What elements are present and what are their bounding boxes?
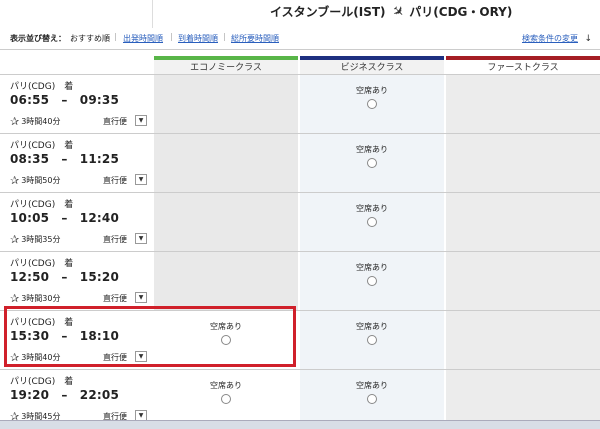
flight-details-dropdown[interactable]: ▼	[135, 351, 147, 362]
fare-select-radio[interactable]	[367, 335, 377, 345]
flight-star-icon: ✰	[10, 115, 20, 128]
duration: ✰ 3時間50分	[10, 174, 61, 187]
direct-flight-label: 直行便	[103, 176, 127, 185]
first-fare-cell	[446, 134, 600, 192]
flight-star-icon: ✰	[10, 233, 20, 246]
first-fare-cell	[446, 311, 600, 369]
fare-select-radio[interactable]	[367, 99, 377, 109]
sort-separator: |	[223, 32, 226, 41]
arrow-down-icon: ↓	[584, 34, 592, 44]
business-fare-cell[interactable]: 空席あり	[300, 193, 444, 251]
duration: ✰ 3時間40分	[10, 351, 61, 364]
seat-availability: 空席あり	[356, 204, 388, 213]
airplane-icon: ✈	[387, 1, 408, 22]
route-title: イスタンブール(IST) ✈ パリ(CDG・ORY)	[270, 1, 513, 22]
direct-flight-label: 直行便	[103, 117, 127, 126]
flight-info: パリ(CDG) 着 06:55 – 09:35 ✰ 3時間40分 直行便 ▼	[0, 75, 152, 133]
flight-search-results: イスタンブール(IST) ✈ パリ(CDG・ORY) 表示並び替え： おすすめ順…	[0, 0, 600, 429]
sort-arrival-link[interactable]: 到着時間順	[178, 33, 218, 44]
flight-times: 15:30 – 18:10	[10, 329, 119, 343]
flight-times: 06:55 – 09:35	[10, 93, 119, 107]
flight-star-icon: ✰	[10, 174, 20, 187]
business-column-header: ビジネスクラス	[300, 56, 444, 76]
first-fare-cell	[446, 193, 600, 251]
sort-total-time-link[interactable]: 総所要時間順	[231, 33, 279, 44]
route-header: イスタンブール(IST) ✈ パリ(CDG・ORY)	[0, 0, 600, 28]
header-divider	[152, 0, 153, 28]
fare-select-radio[interactable]	[367, 394, 377, 404]
flight-star-icon: ✰	[10, 351, 20, 364]
flight-star-icon: ✰	[10, 292, 20, 305]
flight-row: パリ(CDG) 着 10:05 – 12:40 ✰ 3時間35分 直行便 ▼ 空席あり	[0, 192, 600, 251]
flight-row: パリ(CDG) 着 12:50 – 15:20 ✰ 3時間30分 直行便 ▼ 空席あり	[0, 251, 600, 310]
duration-text: 3時間40分	[21, 353, 61, 362]
change-search-link[interactable]: 検索条件の変更	[522, 33, 578, 44]
destination-label: パリ(CDG・ORY)	[409, 5, 513, 19]
seat-availability: 空席あり	[210, 381, 242, 390]
flight-info: パリ(CDG) 着 15:30 – 18:10 ✰ 3時間40分 直行便 ▼	[0, 311, 152, 369]
sort-bar: 表示並び替え： おすすめ順 | 出発時間順 | 到着時間順 | 総所要時間順 検…	[0, 30, 600, 48]
seat-availability: 空席あり	[356, 322, 388, 331]
direct-flight-label: 直行便	[103, 294, 127, 303]
flight-times: 12:50 – 15:20	[10, 270, 119, 284]
economy-fare-cell[interactable]: 空席あり	[154, 311, 298, 369]
business-fare-cell[interactable]: 空席あり	[300, 75, 444, 133]
first-fare-cell	[446, 252, 600, 310]
fare-select-radio[interactable]	[367, 158, 377, 168]
flight-details-dropdown[interactable]: ▼	[135, 292, 147, 303]
economy-fare-cell	[154, 134, 298, 192]
seat-availability: 空席あり	[356, 381, 388, 390]
sort-label: 表示並び替え：	[10, 34, 66, 43]
flight-row: パリ(CDG) 着 08:35 – 11:25 ✰ 3時間50分 直行便 ▼ 空席あり	[0, 133, 600, 192]
business-fare-cell[interactable]: 空席あり	[300, 311, 444, 369]
economy-fare-cell	[154, 252, 298, 310]
flight-details-dropdown[interactable]: ▼	[135, 115, 147, 126]
seat-availability: 空席あり	[356, 263, 388, 272]
sort-current: おすすめ順	[70, 34, 110, 43]
duration-text: 3時間35分	[21, 235, 61, 244]
flight-times: 19:20 – 22:05	[10, 388, 119, 402]
divider	[0, 49, 600, 50]
business-fare-cell[interactable]: 空席あり	[300, 252, 444, 310]
duration-text: 3時間40分	[21, 117, 61, 126]
fare-select-radio[interactable]	[367, 276, 377, 286]
seat-availability: 空席あり	[210, 322, 242, 331]
economy-fare-cell	[154, 193, 298, 251]
flight-info: パリ(CDG) 着 12:50 – 15:20 ✰ 3時間30分 直行便 ▼	[0, 252, 152, 310]
economy-fare-cell	[154, 75, 298, 133]
taskbar	[0, 420, 600, 429]
direct-flight-label: 直行便	[103, 235, 127, 244]
flight-details-dropdown[interactable]: ▼	[135, 174, 147, 185]
origin-label: イスタンブール(IST)	[270, 5, 386, 19]
duration: ✰ 3時間30分	[10, 292, 61, 305]
flight-row: パリ(CDG) 着 06:55 – 09:35 ✰ 3時間40分 直行便 ▼ 空席あり	[0, 74, 600, 133]
duration-text: 3時間50分	[21, 176, 61, 185]
flight-row: パリ(CDG) 着 15:30 – 18:10 ✰ 3時間40分 直行便 ▼ 空席あり 空席あ…	[0, 310, 600, 369]
flight-times: 08:35 – 11:25	[10, 152, 119, 166]
fare-select-radio[interactable]	[221, 335, 231, 345]
flight-times: 10:05 – 12:40	[10, 211, 119, 225]
direct-flight-label: 直行便	[103, 353, 127, 362]
first-fare-cell	[446, 75, 600, 133]
flight-info: パリ(CDG) 着 08:35 – 11:25 ✰ 3時間50分 直行便 ▼	[0, 134, 152, 192]
flight-info: パリ(CDG) 着 10:05 – 12:40 ✰ 3時間35分 直行便 ▼	[0, 193, 152, 251]
economy-column-header: エコノミークラス	[154, 56, 298, 76]
duration: ✰ 3時間35分	[10, 233, 61, 246]
flight-details-dropdown[interactable]: ▼	[135, 233, 147, 244]
duration: ✰ 3時間40分	[10, 115, 61, 128]
sort-separator: |	[114, 32, 117, 41]
duration-text: 3時間30分	[21, 294, 61, 303]
fare-select-radio[interactable]	[221, 394, 231, 404]
business-fare-cell[interactable]: 空席あり	[300, 134, 444, 192]
fare-select-radio[interactable]	[367, 217, 377, 227]
sort-separator: |	[170, 32, 173, 41]
seat-availability: 空席あり	[356, 86, 388, 95]
system-tray	[440, 422, 600, 429]
seat-availability: 空席あり	[356, 145, 388, 154]
first-column-header: ファーストクラス	[446, 56, 600, 76]
sort-departure-link[interactable]: 出発時間順	[123, 33, 163, 44]
flight-row: パリ(CDG) 着 19:20 – 22:05 ✰ 3時間45分 直行便 ▼ 空席あり 空席あ…	[0, 369, 600, 428]
